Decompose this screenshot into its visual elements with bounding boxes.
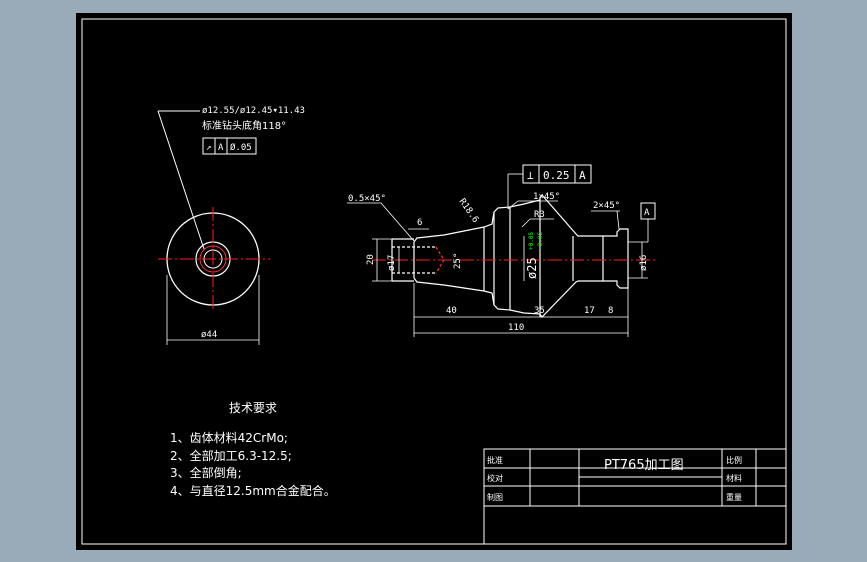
tb-draw: 制图	[487, 492, 503, 502]
radius-r3: R3	[534, 210, 545, 220]
fit-upper: +0.05	[528, 232, 535, 250]
perpendicularity-frame: ⊥ 0.25 A	[507, 164, 592, 209]
position-tolerance-frame: ↗ A Ø.05	[202, 137, 257, 155]
tech-item-1: 1、齿体材料42CrMo;	[170, 431, 288, 445]
tech-requirements: 技术要求 1、齿体材料42CrMo; 2、全部加工6.3-12.5; 3、全部倒…	[170, 401, 336, 498]
dim-dia-20: 20	[366, 254, 376, 265]
tech-item-3: 3、全部倒角;	[170, 465, 242, 480]
dim-outer-diameter: ø44	[201, 330, 217, 340]
dim-dia-17: ø17	[387, 255, 397, 271]
svg-text:0.25: 0.25	[543, 169, 570, 182]
title-block-text: 批准 校对 制图 PT765加工图 比例 材料 重量	[487, 455, 742, 502]
side-view	[391, 194, 629, 318]
tech-item-4: 4、与直径12.5mm合金配合。	[170, 483, 336, 498]
tech-item-2: 2、全部加工6.3-12.5;	[170, 448, 292, 463]
dim-len-17: 17	[584, 306, 595, 316]
dim-dia-25: ø25	[525, 257, 539, 279]
dim-len-35: 35	[534, 306, 545, 316]
dim-len-8: 8	[608, 306, 613, 316]
tb-scale: 比例	[726, 455, 742, 465]
side-annotations: 0.5×45° 6 R18.6 1×45° R3 2×45° A ⊥ 0.25	[347, 164, 656, 337]
tb-weight: 重量	[726, 492, 742, 502]
dim-len-40: 40	[446, 306, 457, 316]
cad-drawing: ø12.55/ø12.45▾11.43 标准钻头底角118° ↗ A Ø.05 …	[81, 18, 787, 545]
svg-text:A: A	[218, 143, 224, 153]
svg-text:↗: ↗	[206, 143, 211, 153]
svg-text:A: A	[579, 169, 586, 182]
taper-25: 25°	[453, 253, 463, 269]
tb-title: PT765加工图	[604, 458, 684, 473]
chamfer-mid: 1×45°	[533, 192, 560, 202]
svg-text:⊥: ⊥	[527, 169, 534, 182]
hole-note-line2: 标准钻头底角118°	[202, 119, 286, 132]
dim-width-6: 6	[417, 218, 422, 228]
hole-leader	[157, 110, 205, 250]
chamfer-left: 0.5×45°	[348, 194, 386, 204]
tech-title: 技术要求	[229, 401, 277, 415]
dim-len-110: 110	[508, 323, 524, 333]
hole-note-line1: ø12.55/ø12.45▾11.43	[202, 106, 305, 116]
fit-lower: -0.05	[537, 232, 544, 250]
chamfer-right: 2×45°	[593, 201, 620, 211]
datum-a: A	[644, 208, 650, 218]
dim-dia-16: ø16	[639, 255, 649, 271]
drawing-canvas: ø12.55/ø12.45▾11.43 标准钻头底角118° ↗ A Ø.05 …	[76, 13, 792, 550]
tb-material: 材料	[726, 473, 742, 483]
tb-check: 校对	[487, 473, 503, 483]
end-view: ø12.55/ø12.45▾11.43 标准钻头底角118° ↗ A Ø.05 …	[157, 106, 305, 345]
tb-approve: 批准	[487, 455, 503, 465]
radius-r18-6: R18.6	[457, 197, 481, 225]
svg-text:Ø.05: Ø.05	[230, 142, 252, 153]
